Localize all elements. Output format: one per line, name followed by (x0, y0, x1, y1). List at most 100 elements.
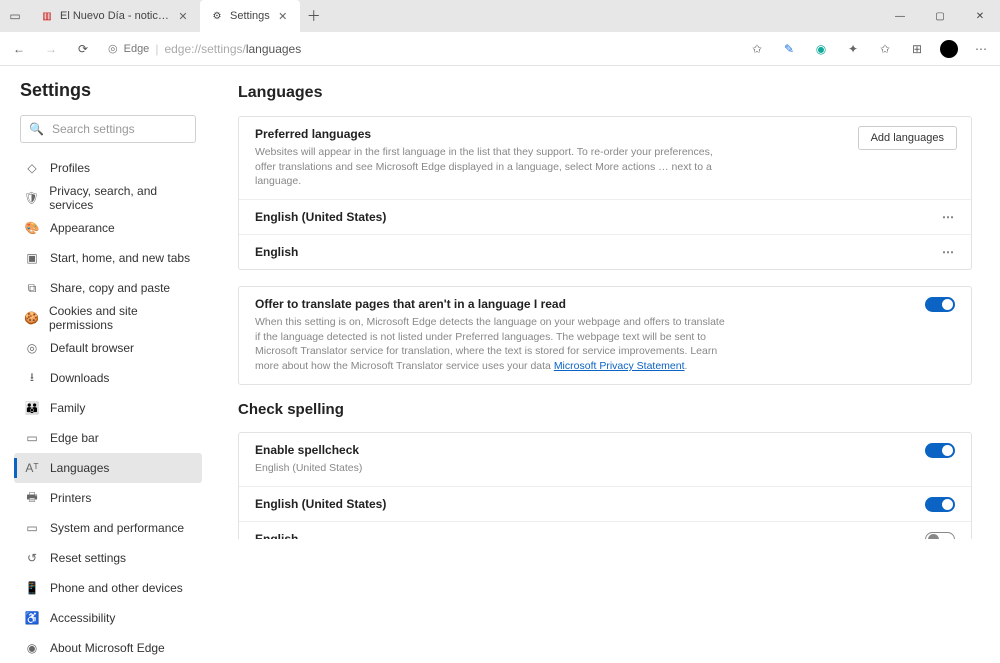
back-button[interactable]: ← (4, 35, 34, 63)
nav-icon: ⭳ (24, 368, 40, 389)
sidebar-item-default-browser[interactable]: ◎Default browser (14, 333, 202, 363)
translate-title: Offer to translate pages that aren't in … (255, 297, 955, 311)
nav-label: Cookies and site permissions (49, 304, 192, 332)
refresh-button[interactable]: ⟳ (68, 35, 98, 63)
sidebar-item-downloads[interactable]: ⭳ Downloads (14, 363, 202, 393)
nav-icon: ♿ (24, 611, 40, 625)
nav-label: System and performance (50, 521, 184, 535)
sidebar-item-edge-bar[interactable]: ▭Edge bar (14, 423, 202, 453)
close-icon[interactable]: ✕ (276, 9, 290, 23)
tab-actions-icon[interactable]: ▭ (0, 0, 30, 32)
language-item-0: English (United States) ⋯ (239, 199, 971, 234)
nav-label: Phone and other devices (50, 581, 183, 595)
nav-icon: Aᵀ (24, 461, 40, 475)
spell-lang-label: English (255, 532, 955, 540)
sidebar-item-privacy-search-and-services[interactable]: 🛡Privacy, search, and services (14, 183, 202, 213)
sidebar-item-cookies-and-site-permissions[interactable]: 🍪 Cookies and site permissions (14, 303, 202, 333)
translate-row: Offer to translate pages that aren't in … (239, 287, 971, 384)
more-actions-icon[interactable]: ⋯ (942, 210, 955, 224)
spelling-heading: Check spelling (238, 401, 972, 418)
page: Settings 🔍 Search settings ◇Profiles🛡Pri… (0, 66, 1000, 539)
nav-label: Downloads (50, 371, 109, 385)
nav-label: Family (50, 401, 85, 415)
page-title: Languages (238, 84, 972, 102)
sidebar-item-languages[interactable]: AᵀLanguages (14, 453, 202, 483)
new-tab-button[interactable]: ＋ (300, 0, 328, 32)
enable-spellcheck-row: Enable spellcheck English (United States… (239, 433, 971, 486)
title-bar: ▭ ▥ El Nuevo Día - noticias de últim… ✕ … (0, 0, 1000, 32)
sidebar-item-phone-and-other-devices[interactable]: 📱Phone and other devices (14, 573, 202, 603)
add-languages-button[interactable]: Add languages (858, 126, 957, 150)
minimize-button[interactable]: ― (880, 0, 920, 32)
translate-toggle[interactable] (925, 297, 955, 312)
sidebar-item-printers[interactable]: 🖶 Printers (14, 483, 202, 513)
translate-desc: When this setting is on, Microsoft Edge … (255, 315, 725, 374)
spell-lang-toggle-0[interactable] (925, 497, 955, 512)
language-label: English (United States) (255, 210, 955, 224)
search-placeholder: Search settings (52, 122, 135, 136)
favorite-icon[interactable]: ✩ (742, 35, 772, 63)
preferred-languages-title: Preferred languages (255, 127, 955, 141)
nav-icon: ◎ (24, 341, 40, 355)
sidebar-item-about-microsoft-edge[interactable]: ◉About Microsoft Edge (14, 633, 202, 663)
nav-icon: ↺ (24, 551, 40, 565)
enable-spellcheck-sub: English (United States) (255, 461, 725, 476)
settings-content: Languages Preferred languages Websites w… (210, 66, 1000, 539)
sidebar-item-family[interactable]: 👪 Family (14, 393, 202, 423)
close-icon[interactable]: ✕ (176, 9, 190, 23)
sidebar-item-profiles[interactable]: ◇Profiles (14, 153, 202, 183)
favorites-list-icon[interactable]: ✩ (870, 35, 900, 63)
site-identity-icon: ◎ (108, 42, 118, 55)
spell-lang-label: English (United States) (255, 497, 955, 511)
spell-lang-toggle-1[interactable] (925, 532, 955, 540)
tab-1[interactable]: ⚙ Settings ✕ (200, 0, 300, 32)
edit-icon[interactable]: ✎ (774, 35, 804, 63)
nav-icon: 🖶 (24, 488, 40, 509)
sidebar-item-start-home-and-new-tabs[interactable]: ▣Start, home, and new tabs (14, 243, 202, 273)
nav-label: Start, home, and new tabs (50, 251, 190, 265)
shield-icon[interactable]: ◉ (806, 35, 836, 63)
sidebar-item-accessibility[interactable]: ♿ Accessibility (14, 603, 202, 633)
nav-label: Printers (50, 491, 91, 505)
tab-strip: ▭ ▥ El Nuevo Día - noticias de últim… ✕ … (0, 0, 328, 32)
avatar (940, 40, 958, 58)
browser-toolbar: ← → ⟳ ◎ Edge | edge://settings/languages… (0, 32, 1000, 66)
privacy-link[interactable]: Microsoft Privacy Statement (554, 360, 685, 372)
profile-button[interactable] (934, 35, 964, 63)
spellcheck-toggle[interactable] (925, 443, 955, 458)
address-bar[interactable]: ◎ Edge | edge://settings/languages (100, 36, 740, 62)
search-icon: 🔍 (29, 122, 44, 136)
tab-0[interactable]: ▥ El Nuevo Día - noticias de últim… ✕ (30, 0, 200, 32)
nav-label: Profiles (50, 161, 90, 175)
nav-icon: ⧉ (24, 281, 40, 296)
nav-label: Reset settings (50, 551, 126, 565)
url-text: edge://settings/languages (164, 42, 301, 56)
site-identity-label: Edge (124, 43, 150, 55)
language-label: English (255, 245, 955, 259)
sidebar-item-share-copy-and-paste[interactable]: ⧉Share, copy and paste (14, 273, 202, 303)
sidebar-item-reset-settings[interactable]: ↺ Reset settings (14, 543, 202, 573)
divider: | (155, 42, 158, 56)
nav-icon: 🛡 (24, 191, 39, 205)
sidebar-item-appearance[interactable]: 🎨Appearance (14, 213, 202, 243)
collections-icon[interactable]: ⊞ (902, 35, 932, 63)
maximize-button[interactable]: ▢ (920, 0, 960, 32)
search-input[interactable]: 🔍 Search settings (20, 115, 196, 143)
preferred-languages-desc: Websites will appear in the first langua… (255, 145, 725, 189)
preferred-languages-card: Preferred languages Websites will appear… (238, 116, 972, 270)
nav-icon: 🎨 (24, 221, 40, 235)
nav-icon: 🍪 (24, 311, 39, 325)
sidebar-nav: ◇Profiles🛡Privacy, search, and services🎨… (14, 153, 202, 663)
forward-button: → (36, 35, 66, 63)
more-actions-icon[interactable]: ⋯ (942, 245, 955, 259)
spell-lang-row-1: English (239, 521, 971, 540)
nav-icon: 👪 (24, 401, 40, 415)
language-item-1: English ⋯ (239, 234, 971, 269)
more-menu-icon[interactable]: ⋯ (966, 35, 996, 63)
extension-icon[interactable]: ✦ (838, 35, 868, 63)
enable-spellcheck-title: Enable spellcheck (255, 443, 955, 457)
nav-label: Accessibility (50, 611, 115, 625)
nav-label: About Microsoft Edge (50, 641, 165, 655)
close-window-button[interactable]: ✕ (960, 0, 1000, 32)
favicon-news-icon: ▥ (40, 9, 54, 23)
